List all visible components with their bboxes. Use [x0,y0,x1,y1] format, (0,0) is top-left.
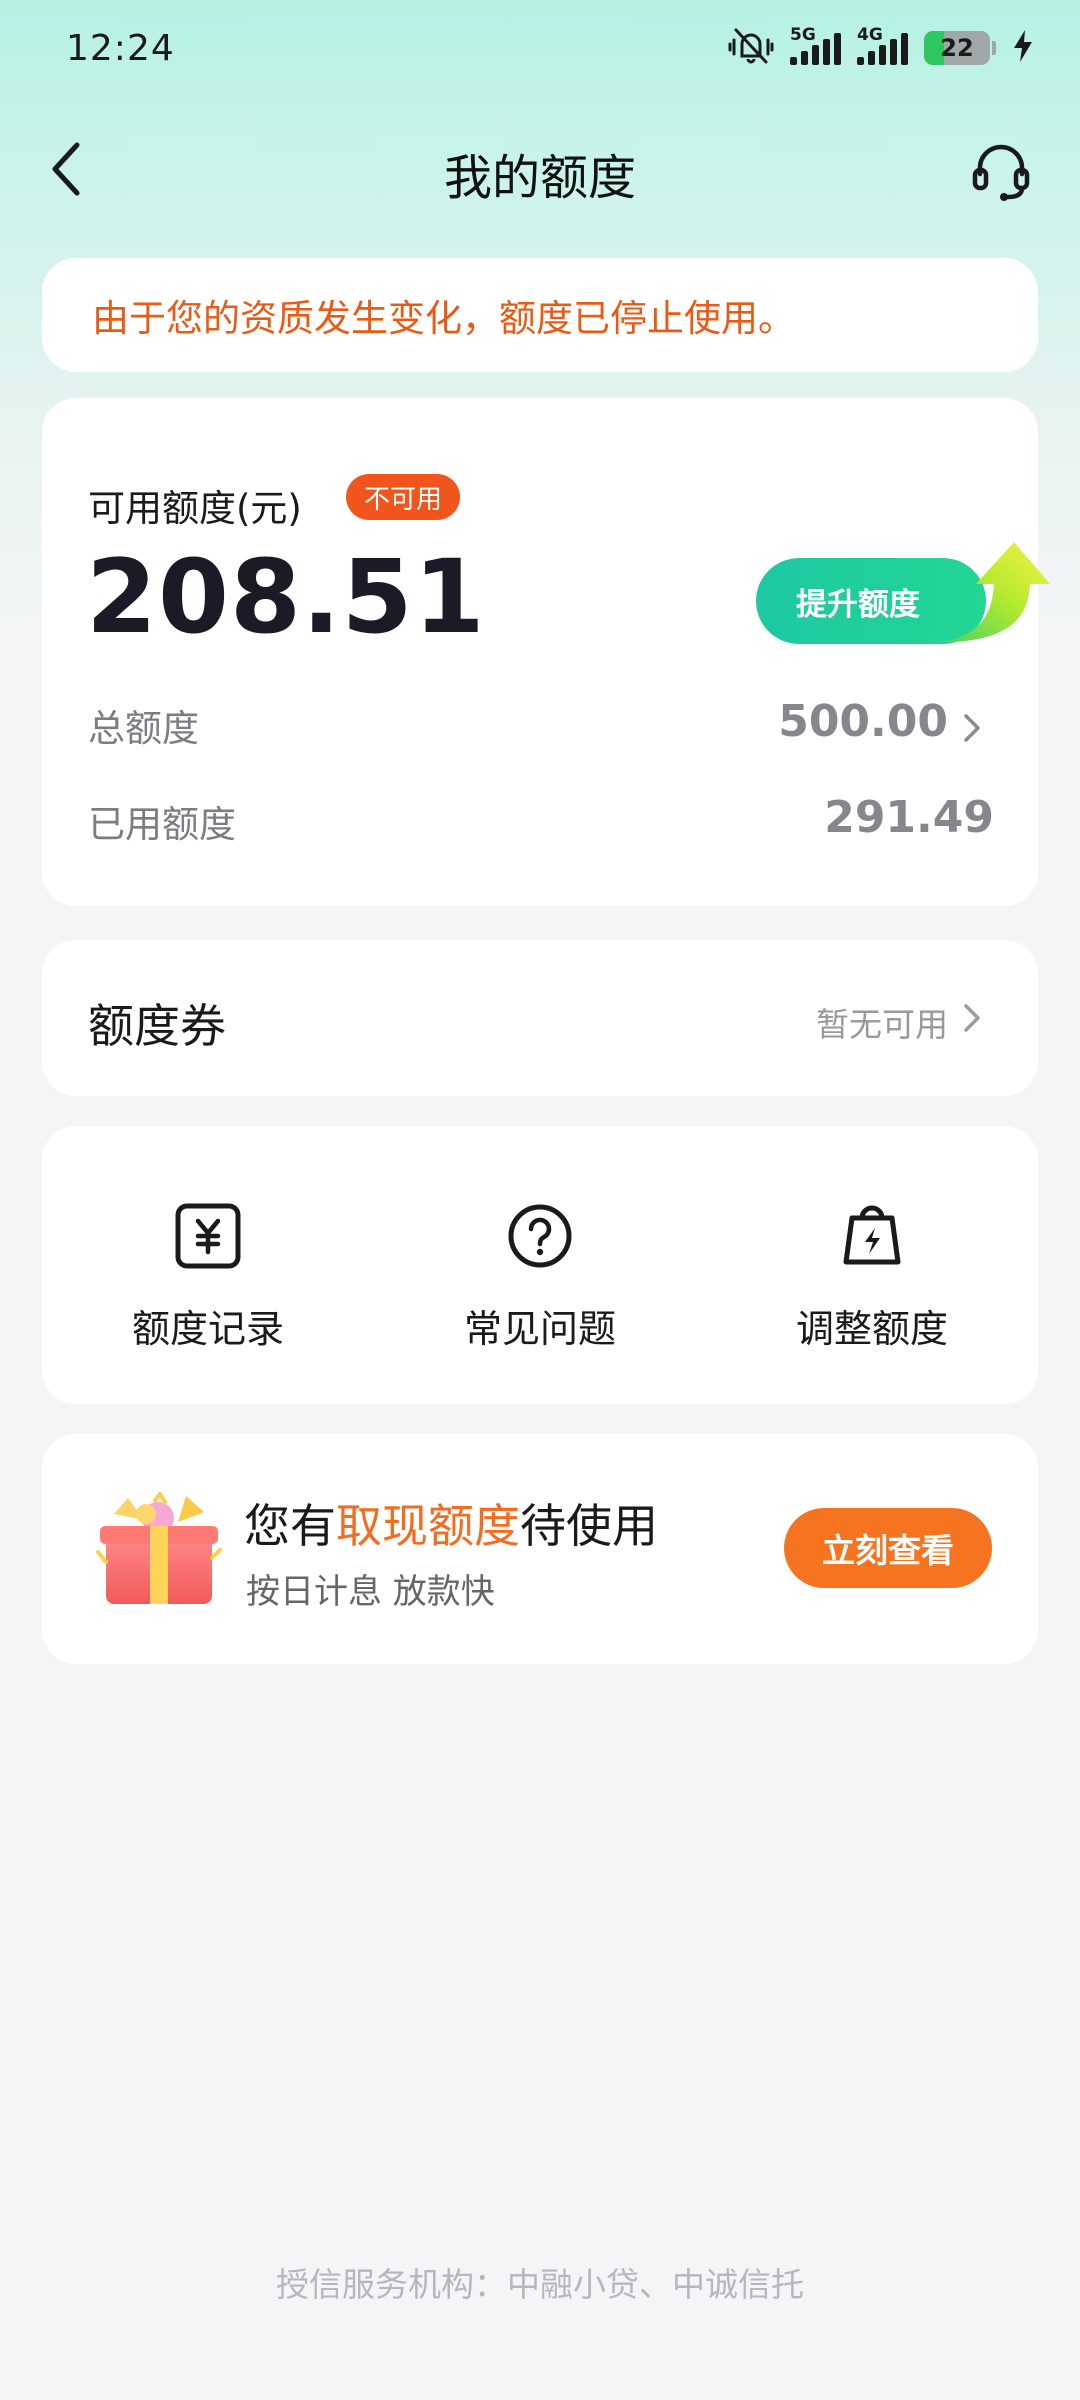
status-bar: 12:24 5G 4G 22 [0,0,1080,96]
battery-tip [992,41,996,55]
action-quota-record[interactable]: 额度记录 [42,1126,374,1404]
charging-icon [1012,29,1034,67]
action-adjust-quota[interactable]: 调整额度 [706,1126,1038,1404]
signal-5g-label: 5G [790,25,816,45]
coupon-status: 暂无可用 [816,1005,948,1044]
action-label: 调整额度 [795,1307,948,1351]
headset-icon [972,144,1030,201]
question-circle-icon [504,1200,576,1272]
chevron-right-icon [964,1004,980,1032]
action-label: 常见问题 [463,1307,616,1351]
nav-bar: 我的额度 [0,110,1080,230]
gift-box-icon [96,1492,222,1604]
total-quota-value[interactable]: 500.00 [778,696,948,747]
used-quota-value: 291.49 [824,792,994,843]
battery-icon: 22 [924,31,990,65]
up-arrow-icon [928,542,1050,643]
quota-coupon-row[interactable]: 额度券 暂无可用 [42,940,1038,1096]
promo-title-prefix: 您有 [244,1499,336,1553]
credit-institution-footer: 授信服务机构：中融小贷、中诚信托 [276,2265,804,2304]
signal-4g-label: 4G [857,25,883,45]
coupon-title: 额度券 [88,999,226,1053]
promo-subtitle: 按日计息 放款快 [246,1572,495,1612]
action-label: 额度记录 [131,1307,284,1351]
available-quota-label: 可用额度(元) [88,487,302,530]
battery-level: 22 [940,34,974,62]
used-quota-label: 已用额度 [88,803,236,846]
promo-title-highlight: 取现额度 [336,1499,520,1553]
status-badge: 不可用 [346,474,461,520]
view-now-label: 立刻查看 [822,1531,954,1570]
status-icons: 5G 4G 22 [728,25,1034,70]
raise-quota-label: 提升额度 [796,586,920,623]
page-title: 我的额度 [443,150,636,206]
status-time: 12:24 [66,27,175,69]
yuan-receipt-icon [172,1200,244,1272]
vibrate-mute-icon [728,26,774,70]
signal-5g-icon: 5G [790,25,841,65]
customer-service-button[interactable] [966,136,1036,206]
notice-text: 由于您的资质发生变化，额度已停止使用。 [92,297,795,340]
signal-4g-icon: 4G [857,25,908,65]
chevron-right-icon[interactable] [960,708,984,748]
view-now-button[interactable]: 立刻查看 [784,1508,992,1588]
available-quota-amount: 208.51 [86,538,486,657]
quota-card: 可用额度(元) 不可用 208.51 提升额度 总额度 500.00 已用额度 … [42,398,1050,906]
total-quota-label: 总额度 [88,707,199,750]
cash-quota-promo: 您有取现额度待使用 按日计息 放款快 立刻查看 [42,1434,1038,1664]
promo-title-suffix: 待使用 [520,1499,658,1553]
promo-title: 您有取现额度待使用 [244,1490,658,1556]
action-faq[interactable]: 常见问题 [374,1126,706,1404]
notice-card: 由于您的资质发生变化，额度已停止使用。 [42,258,1038,372]
quick-actions: 额度记录 常见问题 调整额度 [42,1126,1038,1404]
bag-lightning-icon [836,1200,908,1272]
page: 12:24 5G 4G 22 我的额度 由于您的资质发生变化，额度已停止使用。 … [0,0,1080,2400]
